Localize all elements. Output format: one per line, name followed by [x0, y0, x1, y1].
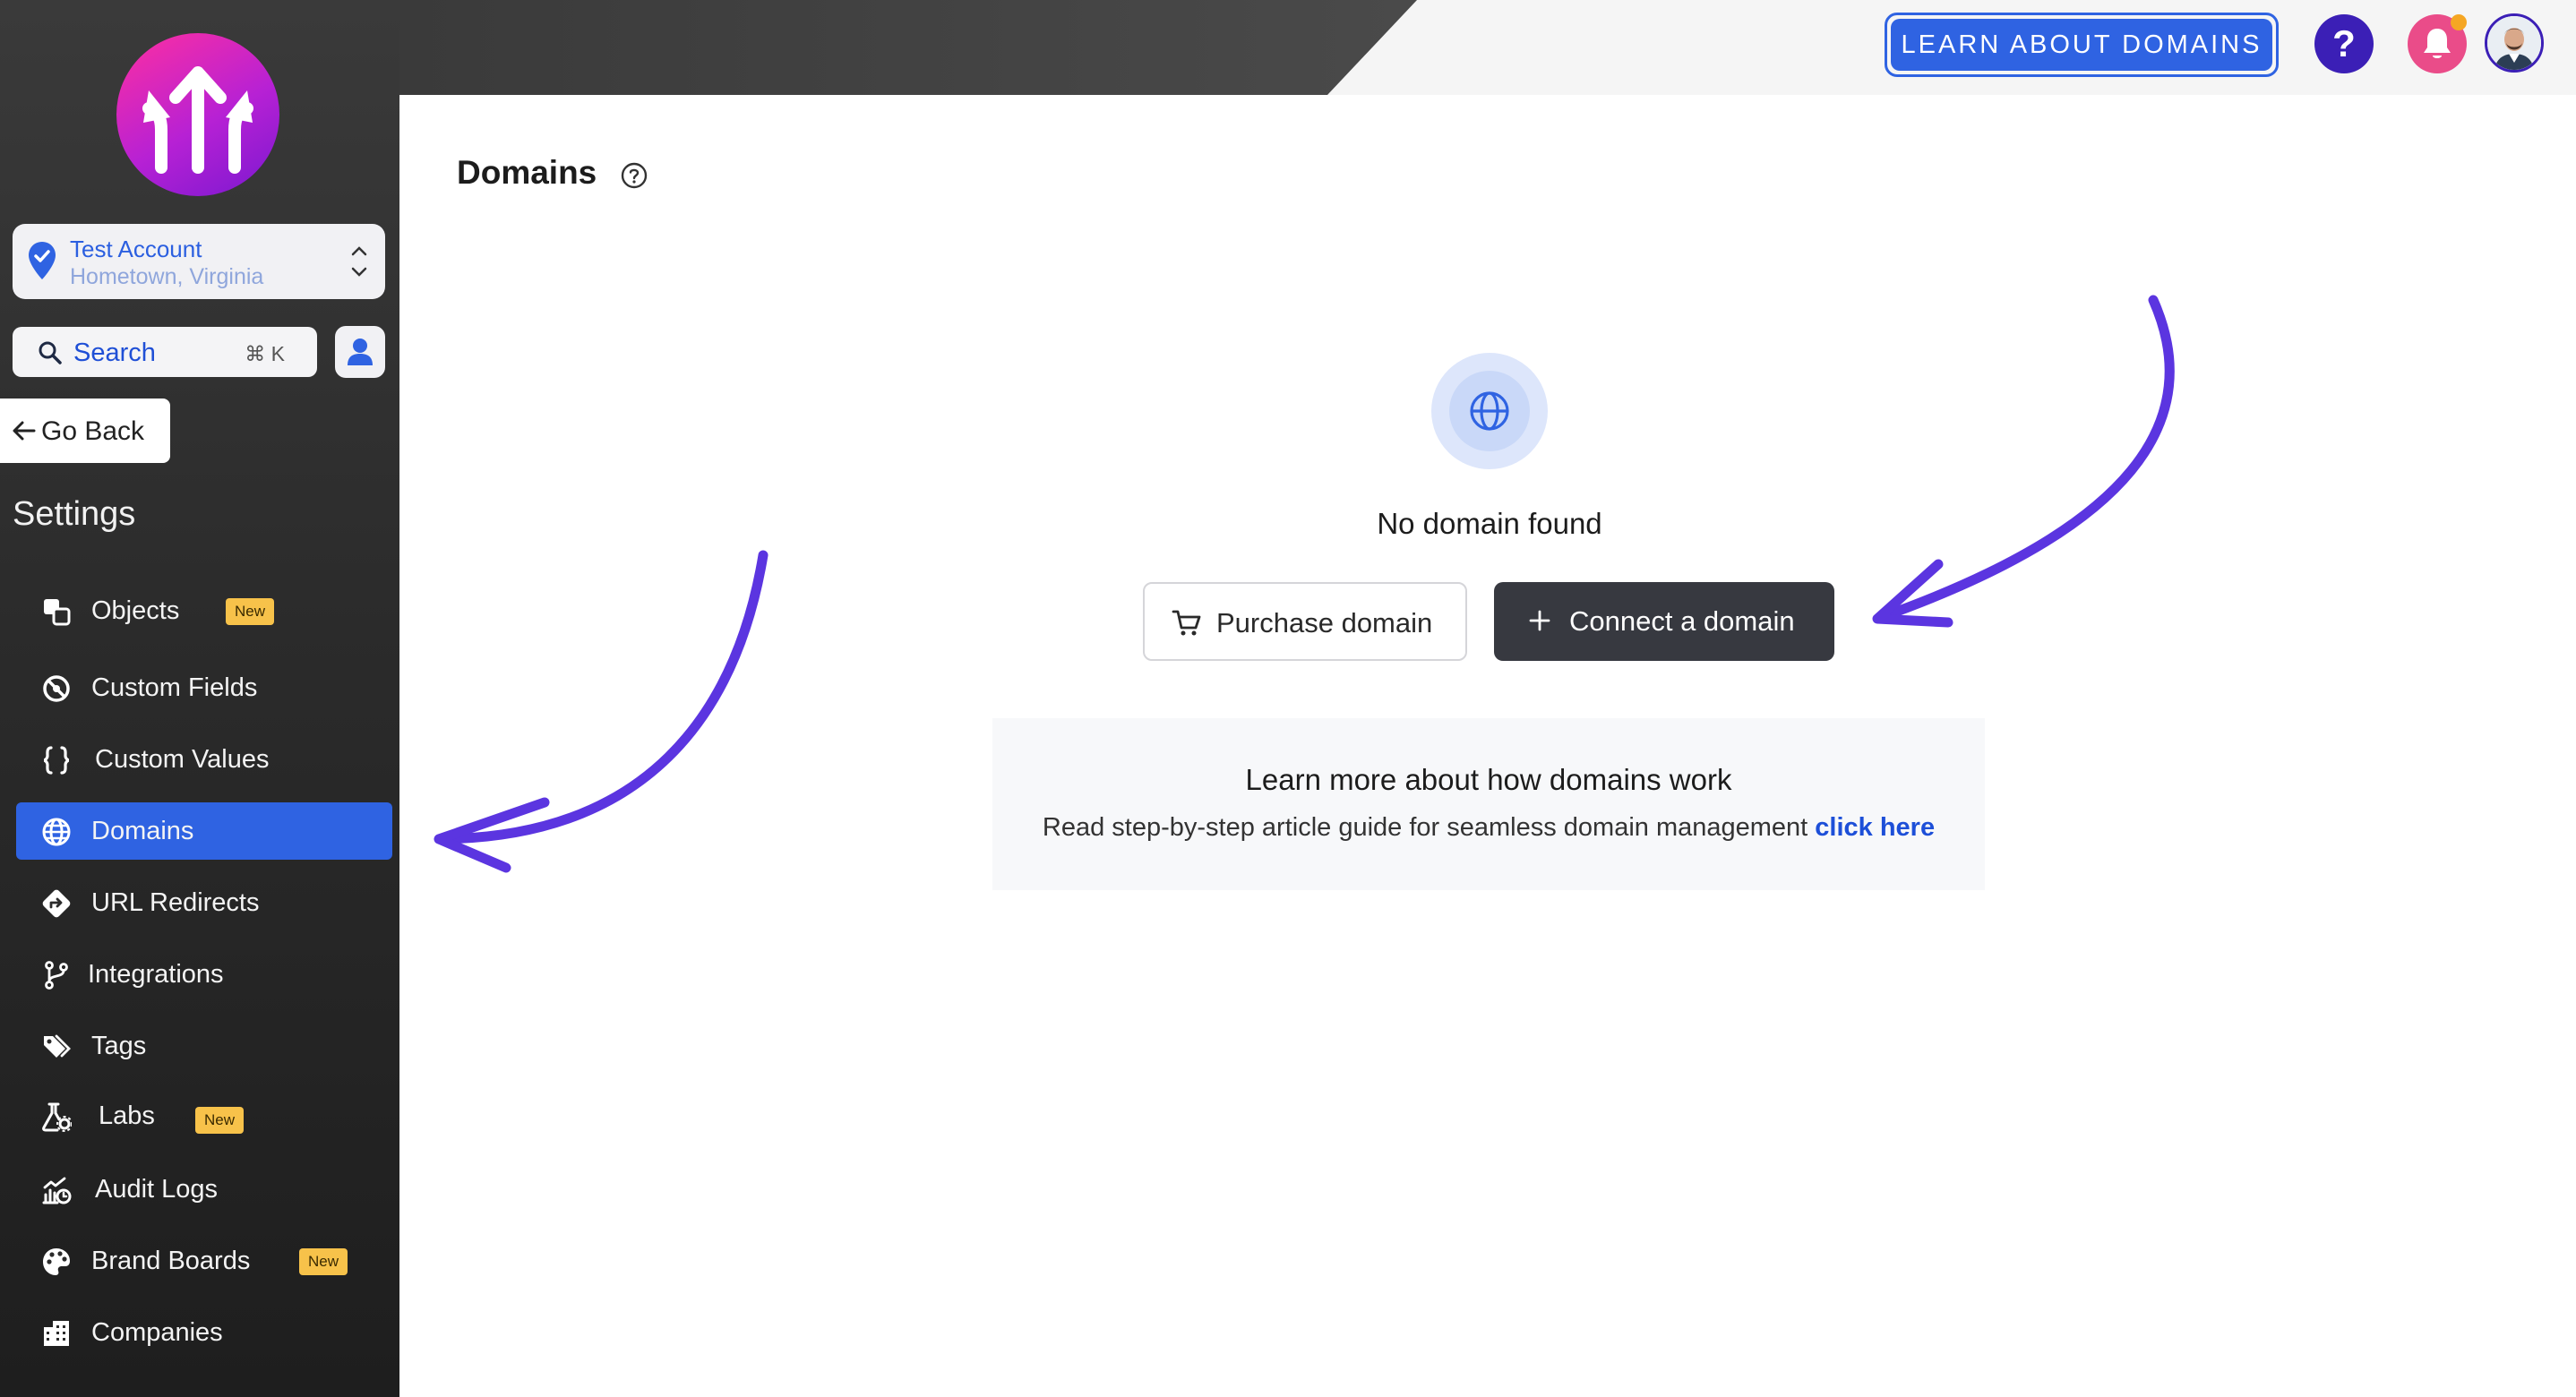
question-mark-icon: ? — [2332, 22, 2356, 64]
sidebar-item-brand-boards[interactable]: Brand Boards New — [16, 1232, 392, 1290]
sidebar-item-objects[interactable]: Objects New — [16, 582, 392, 639]
sidebar-item-label: Brand Boards — [91, 1247, 251, 1275]
connect-domain-label: Connect a domain — [1569, 605, 1795, 637]
custom-fields-icon — [43, 675, 70, 702]
sidebar-item-label: Custom Values — [95, 745, 270, 774]
search-shortcut: ⌘ K — [245, 342, 285, 365]
tags-icon — [44, 1034, 71, 1058]
annotation-arrowhead-right — [1872, 559, 1953, 628]
page-title: Domains — [457, 154, 597, 191]
learn-about-domains-button[interactable]: LEARN ABOUT DOMAINS — [1885, 13, 2279, 77]
location-pin-icon — [29, 242, 56, 279]
sidebar-item-label: Tags — [91, 1032, 147, 1060]
brand-logo[interactable] — [116, 33, 279, 196]
empty-state-illustration — [1431, 353, 1548, 469]
sidebar-item-label: Custom Fields — [91, 673, 258, 702]
redirect-icon — [42, 889, 71, 918]
help-circle-icon[interactable] — [620, 161, 648, 190]
settings-heading: Settings — [13, 495, 136, 533]
account-location: Hometown, Virginia — [70, 264, 264, 289]
sidebar-item-integrations[interactable]: Integrations — [16, 946, 392, 1003]
account-name: Test Account — [70, 236, 202, 262]
sidebar-item-label: Labs — [99, 1101, 155, 1130]
sidebar-item-custom-values[interactable]: Custom Values — [16, 731, 392, 788]
user-button[interactable] — [335, 326, 385, 378]
learn-about-domains-label: LEARN ABOUT DOMAINS — [1891, 19, 2272, 71]
logo-arrows-icon — [142, 66, 253, 174]
annotation-arrow-left — [435, 550, 769, 844]
annotation-arrow-right — [1874, 295, 2175, 623]
new-badge: New — [226, 598, 275, 625]
labs-icon — [42, 1102, 72, 1132]
learn-more-title: Learn more about how domains work — [1245, 763, 1732, 796]
sidebar-item-custom-fields[interactable]: Custom Fields — [16, 659, 392, 716]
avatar-person-icon — [2487, 16, 2541, 70]
sidebar-item-domains[interactable]: Domains — [16, 802, 392, 860]
purchase-domain-button[interactable]: Purchase domain — [1143, 582, 1467, 661]
user-icon — [348, 339, 373, 365]
audit-logs-icon — [42, 1177, 72, 1204]
sidebar-item-label: Domains — [91, 817, 194, 845]
search-icon — [39, 341, 62, 364]
companies-icon — [44, 1321, 69, 1346]
bell-icon — [2424, 29, 2451, 58]
notifications-button[interactable] — [2408, 14, 2467, 73]
help-button[interactable]: ? — [2314, 14, 2374, 73]
globe-icon — [42, 818, 71, 846]
search-button[interactable]: Search ⌘ K — [13, 327, 317, 377]
sidebar-item-label: Objects — [91, 596, 180, 625]
go-back-label: Go Back — [41, 416, 145, 446]
integrations-icon — [45, 961, 68, 990]
search-label: Search — [73, 339, 156, 367]
globe-icon — [1470, 391, 1509, 431]
empty-state-title: No domain found — [1377, 507, 1602, 540]
connect-domain-button[interactable]: Connect a domain — [1494, 582, 1834, 661]
notification-dot — [2451, 14, 2467, 30]
profile-avatar[interactable] — [2485, 13, 2544, 73]
sidebar-item-labs[interactable]: Labs New — [16, 1087, 392, 1144]
sidebar-item-url-redirects[interactable]: URL Redirects — [16, 874, 392, 931]
sidebar-item-audit-logs[interactable]: Audit Logs — [16, 1161, 392, 1218]
new-badge: New — [299, 1248, 348, 1275]
purchase-domain-label: Purchase domain — [1216, 607, 1433, 639]
sidebar-item-label: Audit Logs — [95, 1175, 219, 1204]
sidebar-item-label: Companies — [91, 1318, 223, 1347]
go-back-button[interactable]: Go Back — [0, 399, 170, 463]
braces-icon — [43, 746, 70, 775]
sidebar-item-label: Integrations — [88, 960, 224, 989]
annotation-arrowhead-left — [434, 797, 550, 873]
plus-icon — [1529, 610, 1550, 631]
sidebar: Test Account Hometown, Virginia Search ⌘… — [0, 0, 399, 1397]
click-here-link[interactable]: click here — [1815, 813, 1935, 842]
new-badge: New — [195, 1107, 245, 1134]
sidebar-item-tags[interactable]: Tags — [16, 1017, 392, 1075]
palette-icon — [43, 1248, 70, 1275]
learn-more-card: Learn more about how domains work Read s… — [992, 718, 1985, 890]
learn-more-description: Read step-by-step article guide for seam… — [1042, 813, 1808, 842]
sidebar-item-companies[interactable]: Companies — [16, 1304, 392, 1361]
sidebar-item-label: URL Redirects — [91, 888, 260, 917]
shopping-cart-icon — [1172, 610, 1201, 636]
topbar-banner-shape — [399, 0, 1417, 95]
learn-more-text: Read step-by-step article guide for seam… — [992, 813, 1985, 843]
arrow-left-icon — [13, 421, 36, 441]
account-switcher[interactable]: Test Account Hometown, Virginia — [13, 224, 385, 299]
objects-icon — [44, 599, 71, 626]
chevron-up-down-icon — [351, 246, 367, 277]
